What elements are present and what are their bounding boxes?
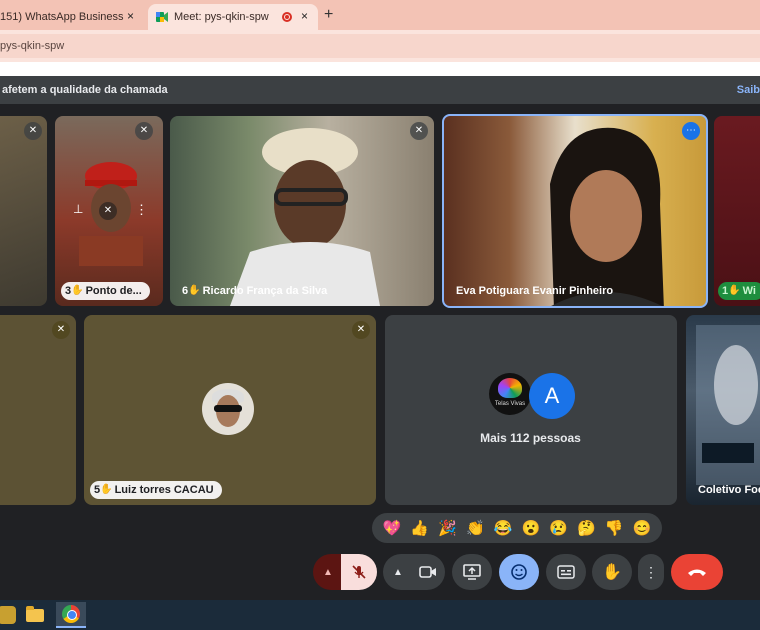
- tab-whatsapp[interactable]: 151) WhatsApp Business ×: [0, 4, 144, 30]
- reaction-sad-icon[interactable]: 😢: [549, 519, 568, 537]
- participant-name-label: Coletivo Foc: [694, 481, 760, 499]
- participant-name: Wi: [742, 285, 756, 297]
- raised-hand-icon: ✋: [100, 484, 113, 495]
- mic-off-icon: ✕: [24, 122, 42, 140]
- screen: 151) WhatsApp Business × Meet: pys-qkin-…: [0, 0, 760, 630]
- quality-banner: afetem a qualidade da chamada Saib: [0, 76, 760, 104]
- file-explorer-icon[interactable]: [20, 602, 50, 628]
- raised-hand-icon: ✋: [728, 285, 741, 296]
- participant-tile-coletivo[interactable]: Coletivo Foc: [686, 315, 760, 505]
- os-taskbar: [0, 600, 760, 630]
- add-reaction-icon[interactable]: 😊: [633, 519, 652, 537]
- new-tab-button[interactable]: +: [324, 6, 333, 24]
- participant-name: Ricardo França da Silva: [202, 285, 328, 297]
- tab-meet[interactable]: Meet: pys-qkin-spw ×: [148, 4, 318, 30]
- reaction-heart-icon[interactable]: 💖: [383, 519, 402, 537]
- participant-tile-ricardo[interactable]: ✕ 6 ✋ Ricardo França da Silva: [170, 116, 434, 306]
- reactions-bar: 💖 👍 🎉 👏 😂 😮 😢 🤔 👎 😊: [372, 513, 662, 543]
- participant-tile-ponto[interactable]: ✕ ✕ ⊥ ⋮ 3 ✋ Ponto de...: [55, 116, 163, 306]
- chrome-icon[interactable]: [56, 602, 86, 628]
- close-icon[interactable]: ×: [301, 9, 308, 23]
- tab-label: Meet: pys-qkin-spw: [174, 11, 269, 23]
- raise-hand-icon: ✋: [602, 564, 622, 581]
- reaction-clap-icon[interactable]: 👏: [466, 519, 485, 537]
- tab-label: 151) WhatsApp Business: [0, 11, 124, 23]
- raise-hand-button[interactable]: ✋: [592, 554, 632, 590]
- mic-off-icon: ✕: [52, 321, 70, 339]
- hang-up-icon: [688, 569, 706, 576]
- avatar-logo-text: Telas Vivas: [494, 401, 526, 407]
- present-screen-button[interactable]: [452, 554, 492, 590]
- participant-name: Eva Potiguara Evanir Pinheiro: [456, 285, 614, 297]
- close-icon[interactable]: ×: [127, 9, 134, 23]
- participant-video: [230, 128, 380, 306]
- mic-off-icon: ✕: [99, 202, 117, 220]
- participant-name: Ponto de...: [85, 285, 142, 297]
- participant-name-label: 1 ✋ Wi: [718, 282, 760, 300]
- participant-name-label: 5 ✋ Luiz torres CACAU: [90, 481, 222, 499]
- more-options-icon[interactable]: ⋯: [682, 122, 700, 140]
- raised-hand-icon: ✋: [71, 285, 84, 296]
- reaction-party-icon[interactable]: 🎉: [438, 519, 457, 537]
- leave-call-button[interactable]: [671, 554, 723, 590]
- avatar: A: [529, 373, 575, 419]
- camera-icon: [419, 566, 436, 578]
- participant-tile-luiz[interactable]: ✕ 5 ✋ Luiz torres CACAU: [84, 315, 376, 505]
- reaction-laugh-icon[interactable]: 😂: [494, 519, 513, 537]
- meet-stage: afetem a qualidade da chamada Saib ✕ ✕ ✕…: [0, 76, 760, 600]
- more-vert-icon: ⋮: [644, 563, 658, 580]
- captions-icon: [557, 565, 575, 579]
- camera-toggle-button[interactable]: [411, 554, 445, 590]
- app-icon[interactable]: [0, 602, 22, 628]
- participant-name: Coletivo Foc: [698, 484, 760, 496]
- more-participants-tile[interactable]: Telas Vivas A Mais 112 pessoas: [385, 315, 677, 505]
- reaction-surprised-icon[interactable]: 😮: [522, 519, 541, 537]
- raised-hand-icon: ✋: [188, 285, 201, 296]
- participant-name: Luiz torres CACAU: [114, 484, 214, 496]
- more-participants-label: Mais 112 pessoas: [480, 431, 581, 445]
- participant-tile-eva[interactable]: ⋯ Eva Potiguara Evanir Pinheiro: [442, 114, 708, 308]
- meet-icon: [156, 12, 168, 22]
- learn-more-link[interactable]: Saib: [737, 76, 760, 104]
- more-options-icon[interactable]: ⋮: [135, 202, 148, 218]
- chevron-up-icon: ▲: [323, 566, 333, 578]
- mic-options-button[interactable]: ▲: [313, 554, 343, 590]
- participant-name-label: Eva Potiguara Evanir Pinheiro: [452, 282, 621, 300]
- participant-name-label: 6 ✋ Ricardo França da Silva: [178, 282, 335, 300]
- participant-video: [550, 127, 664, 306]
- bookmarks-strip: [0, 62, 760, 76]
- present-icon: [463, 564, 481, 580]
- avatar: Telas Vivas: [489, 373, 531, 415]
- mic-off-icon: ✕: [352, 321, 370, 339]
- participant-tile[interactable]: ✕: [0, 116, 47, 306]
- browser-tab-bar: 151) WhatsApp Business × Meet: pys-qkin-…: [0, 0, 760, 30]
- participant-tile-speaking[interactable]: 1 ✋ Wi: [714, 116, 760, 306]
- mic-off-icon: [352, 565, 366, 579]
- mic-off-icon: ✕: [410, 122, 428, 140]
- emoji-icon: [511, 564, 527, 580]
- more-options-button[interactable]: ⋮: [638, 554, 664, 590]
- emoji-reactions-button[interactable]: [499, 554, 539, 590]
- reaction-thinking-icon[interactable]: 🤔: [577, 519, 596, 537]
- participant-video: [696, 325, 760, 485]
- captions-button[interactable]: [546, 554, 586, 590]
- recording-icon: [282, 12, 292, 22]
- mic-toggle-button[interactable]: [341, 554, 377, 590]
- participant-tile[interactable]: ✕: [0, 315, 76, 505]
- avatar: [202, 383, 254, 435]
- reaction-thumbs-up-icon[interactable]: 👍: [410, 519, 429, 537]
- camera-options-button[interactable]: ▲: [383, 554, 413, 590]
- address-bar: pys-qkin-spw: [0, 30, 760, 62]
- reaction-thumbs-down-icon[interactable]: 👎: [605, 519, 624, 537]
- mic-off-icon: ✕: [135, 122, 153, 140]
- banner-text: afetem a qualidade da chamada: [2, 84, 168, 96]
- url-field[interactable]: pys-qkin-spw: [0, 34, 760, 58]
- participant-name-label: 3 ✋ Ponto de...: [61, 282, 150, 300]
- chevron-up-icon: ▲: [393, 566, 403, 578]
- pin-icon[interactable]: ⊥: [73, 202, 83, 216]
